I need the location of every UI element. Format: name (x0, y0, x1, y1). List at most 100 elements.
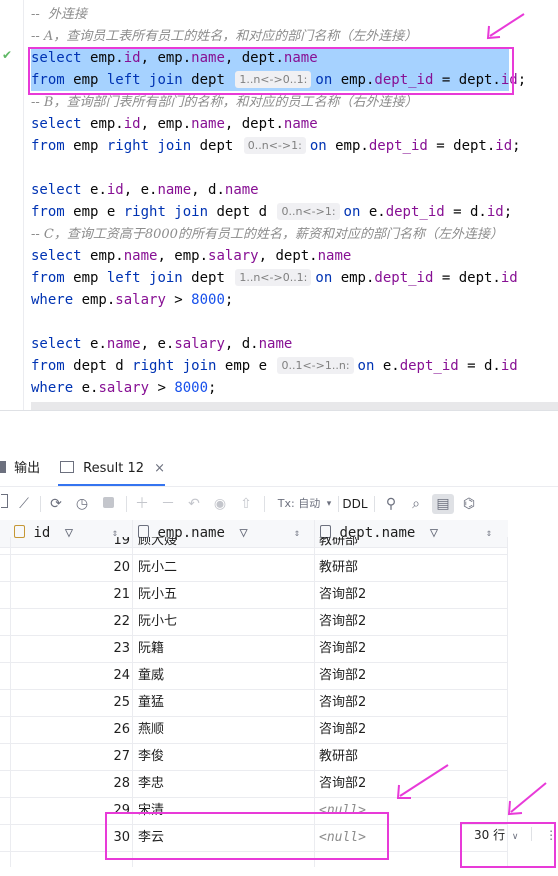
cell-dept-name[interactable]: 咨询部2 (319, 770, 366, 797)
cell-dept-name[interactable]: 咨询部2 (319, 635, 366, 662)
filter-view-icon[interactable]: ▤ (432, 494, 454, 514)
table-row[interactable]: 23 阮籍 咨询部2 (0, 635, 508, 663)
stop-icon[interactable] (98, 494, 118, 514)
tab-result-12[interactable]: Result 12 × (58, 452, 166, 486)
code-token: name (106, 336, 141, 352)
relation-inlay-hint[interactable]: 0..n<->1: (243, 137, 306, 154)
preview-icon[interactable]: ◉ (210, 494, 230, 514)
table-row[interactable]: 25 童猛 咨询部2 (0, 689, 508, 717)
cell-id[interactable]: 23 (10, 635, 130, 662)
pin-icon[interactable]: ⚲ (382, 494, 400, 514)
row-count-dropdown[interactable]: 30 行 (474, 828, 505, 842)
table-icon (60, 461, 74, 473)
cell-dept-name[interactable]: 咨询部2 (319, 581, 366, 608)
submit-icon[interactable]: ⇧ (236, 494, 256, 514)
code-token: emp. (81, 292, 116, 308)
cell-id[interactable]: 28 (10, 770, 130, 797)
code-token: emp. (340, 270, 375, 286)
chart-icon[interactable]: ⟋ (14, 494, 34, 514)
code-token: on (309, 138, 336, 154)
search-icon[interactable]: ⌕ (406, 494, 426, 514)
toolbar-divider (126, 496, 127, 512)
cell-id[interactable]: 26 (10, 716, 130, 743)
code-line[interactable]: select emp.id, emp.name, dept.name (31, 113, 318, 135)
code-token: , e. (140, 336, 175, 352)
cell-emp-name[interactable]: 阮小五 (138, 581, 177, 608)
code-token: , emp. (140, 116, 192, 132)
code-line[interactable]: from emp left join dept 1..n<->0..1: on e… (31, 267, 518, 289)
cell-emp-name[interactable]: 顾大嫂 (138, 537, 177, 554)
code-token: name (157, 182, 192, 198)
cell-emp-name[interactable]: 李忠 (138, 770, 164, 797)
more-options-icon[interactable]: ⋮ (545, 828, 557, 842)
code-token: on (315, 270, 341, 286)
cell-dept-name[interactable]: 咨询部2 (319, 608, 366, 635)
table-row[interactable]: 26 燕顺 咨询部2 (0, 716, 508, 744)
selection-annotation-box (28, 47, 514, 95)
code-line[interactable]: from emp right join dept 0..n<->1: on emp… (31, 135, 521, 157)
relation-inlay-hint[interactable]: 1..n<->0..1: (235, 269, 312, 286)
cell-dept-name[interactable]: 教研部 (319, 554, 358, 581)
cell-emp-name[interactable]: 童猛 (138, 689, 164, 716)
code-line[interactable]: select e.name, e.salary, d.name (31, 333, 292, 355)
code-line[interactable]: where e.salary > 8000; (31, 377, 216, 399)
code-line[interactable]: from dept d right join emp e 0..1<->1..n… (31, 355, 518, 377)
code-line[interactable]: -- A，查询员工表所有员工的姓名，和对应的部门名称（左外连接） (31, 25, 417, 47)
table-row[interactable]: 19 顾大嫂 教研部 (0, 537, 508, 555)
add-row-icon[interactable]: ＋ (132, 494, 152, 514)
cell-id[interactable]: 19 (10, 537, 130, 554)
code-line[interactable]: select e.id, e.name, d.name (31, 179, 259, 201)
refresh-icon[interactable]: ⟳ (46, 494, 66, 514)
code-token: name (258, 336, 293, 352)
cell-emp-name[interactable]: 燕顺 (138, 716, 164, 743)
close-icon[interactable]: × (154, 461, 165, 476)
relation-inlay-hint[interactable]: 0..n<->1: (277, 203, 340, 220)
revert-icon[interactable]: ↶ (184, 494, 204, 514)
cell-id[interactable]: 24 (10, 662, 130, 689)
code-token: salary (174, 336, 225, 352)
cell-emp-name[interactable]: 童威 (138, 662, 164, 689)
cell-dept-name[interactable]: 咨询部2 (319, 662, 366, 689)
cell-dept-name[interactable]: 教研部 (319, 743, 358, 770)
table-row[interactable]: 21 阮小五 咨询部2 (0, 581, 508, 609)
table-row[interactable]: 22 阮小七 咨询部2 (0, 608, 508, 636)
transaction-mode-dropdown[interactable]: Tx: 自动 (272, 494, 326, 514)
cell-id[interactable]: 27 (10, 743, 130, 770)
code-line[interactable]: select emp.name, emp.salary, dept.name (31, 245, 351, 267)
cell-dept-name[interactable]: 咨询部2 (319, 689, 366, 716)
grid-view-icon[interactable] (0, 494, 8, 514)
code-token: , emp. (157, 248, 209, 264)
code-line[interactable]: where emp.salary > 8000; (31, 289, 233, 311)
code-token: on (343, 204, 369, 220)
cell-id[interactable]: 25 (10, 689, 130, 716)
table-row[interactable]: 24 童威 咨询部2 (0, 662, 508, 690)
code-token: dept d (216, 204, 276, 220)
ddl-button[interactable]: DDL (342, 494, 368, 514)
cell-id[interactable]: 21 (10, 581, 130, 608)
relation-inlay-hint[interactable]: 0..1<->1..n: (277, 357, 354, 374)
cell-emp-name[interactable]: 阮小二 (138, 554, 177, 581)
delete-row-icon[interactable]: － (158, 494, 178, 514)
cell-dept-name[interactable]: 教研部 (319, 537, 358, 554)
code-token: ; (512, 138, 521, 154)
history-icon[interactable]: ◷ (72, 494, 92, 514)
cell-emp-name[interactable]: 阮籍 (138, 635, 164, 662)
panel-separator[interactable] (0, 410, 558, 411)
cell-emp-name[interactable]: 阮小七 (138, 608, 177, 635)
chevron-down-icon[interactable]: ∨ (512, 832, 519, 842)
code-line[interactable]: from emp e right join dept d 0..n<->1: on… (31, 201, 512, 223)
code-token: right join (106, 138, 200, 154)
tab-output[interactable]: 输出 (0, 452, 40, 486)
code-token: = d. (458, 358, 501, 374)
code-line[interactable]: -- C，查询工资高于8000的所有员工的姓名，薪资和对应的部门名称（左外连接） (31, 223, 503, 245)
editor-horizontal-scrollbar[interactable] (31, 402, 558, 410)
compare-icon[interactable]: ⌬ (458, 494, 480, 514)
table-row[interactable]: 20 阮小二 教研部 (0, 554, 508, 582)
cell-id[interactable]: 22 (10, 608, 130, 635)
code-token: ; (503, 204, 513, 220)
chevron-down-icon[interactable]: ▾ (324, 494, 334, 514)
code-line[interactable]: -- 外连接 (31, 3, 87, 25)
cell-emp-name[interactable]: 李俊 (138, 743, 164, 770)
cell-id[interactable]: 20 (10, 554, 130, 581)
cell-dept-name[interactable]: 咨询部2 (319, 716, 366, 743)
